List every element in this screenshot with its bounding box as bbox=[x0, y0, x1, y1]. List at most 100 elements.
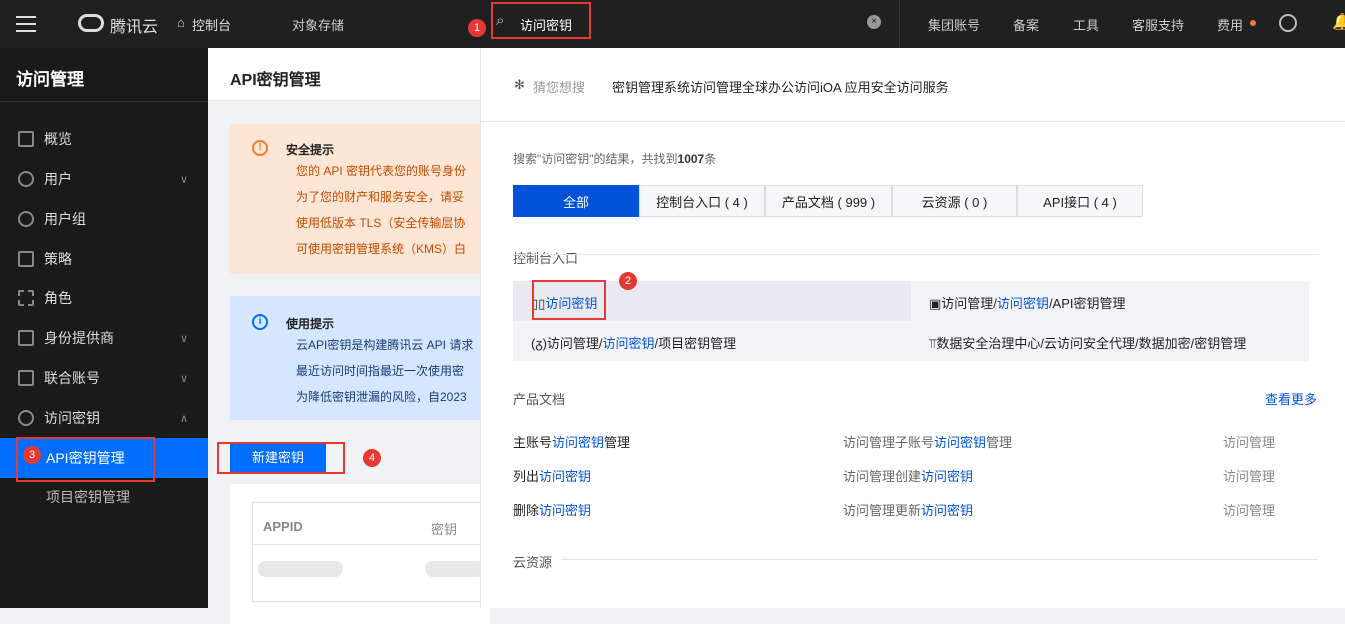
label: 项目密钥管理 bbox=[46, 489, 130, 505]
cloud-logo-icon bbox=[78, 14, 104, 32]
see-more-link[interactable]: 查看更多 bbox=[1265, 389, 1317, 408]
label: 访问密钥 bbox=[44, 410, 100, 426]
annotation-badge: 2 bbox=[619, 272, 637, 290]
doc-item[interactable]: 访问管理更新访问密钥 bbox=[843, 500, 973, 519]
sidebar-title: 访问管理 bbox=[16, 70, 84, 89]
doc-item[interactable]: 列出访问密钥 bbox=[513, 466, 591, 485]
role-icon bbox=[18, 290, 34, 306]
notice-title: 安全提示 bbox=[286, 143, 335, 157]
sidebar-item-groups[interactable]: 用户组 bbox=[0, 199, 208, 239]
sidebar-item-roles[interactable]: 角色 bbox=[0, 278, 208, 318]
notice-line: 可使用密钥管理系统（KMS）白 bbox=[296, 242, 467, 256]
highlight-box bbox=[532, 280, 606, 320]
tab-console[interactable]: 控制台入口 ( 4 ) bbox=[639, 185, 765, 217]
users-icon bbox=[18, 211, 34, 227]
column-appid: APPID bbox=[263, 519, 303, 534]
highlight-box bbox=[491, 2, 591, 39]
doc-item[interactable]: 主账号访问密钥管理 bbox=[513, 432, 630, 451]
notice-line: 云API密钥是构建腾讯云 API 请求 bbox=[296, 338, 474, 352]
user-icon bbox=[18, 171, 34, 187]
doc-item[interactable]: 删除访问密钥 bbox=[513, 500, 591, 519]
column-key: 密钥 bbox=[431, 522, 458, 537]
sidebar-item-idp[interactable]: 身份提供商 ∨ bbox=[0, 318, 208, 358]
label: 身份提供商 bbox=[44, 330, 114, 346]
nav-support[interactable]: 客服支持 bbox=[1132, 15, 1184, 34]
section-docs: 产品文档 bbox=[513, 392, 566, 407]
sidebar-item-overview[interactable]: 概览 bbox=[0, 119, 208, 159]
notice-line: 为了您的财产和服务安全，请妥 bbox=[296, 190, 465, 204]
nav-tools[interactable]: 工具 bbox=[1073, 15, 1099, 34]
key-icon bbox=[18, 410, 34, 426]
label: 联合账号 bbox=[44, 370, 100, 386]
billing-dot bbox=[1250, 20, 1256, 26]
sidebar-item-access-keys[interactable]: 访问密钥 ∧ bbox=[0, 398, 208, 438]
keys-table: APPID 密钥 bbox=[230, 484, 493, 624]
brand[interactable]: 腾讯云 bbox=[110, 13, 158, 37]
sidebar-item-users[interactable]: 用户 ∨ bbox=[0, 159, 208, 199]
notice-line: 为降低密钥泄漏的风险，自2023 bbox=[296, 390, 467, 404]
notice-line: 您的 API 密钥代表您的账号身份 bbox=[296, 164, 467, 178]
console-entry[interactable]: ⫪数据安全治理中心/云访问安全代理/数据加密/密钥管理 bbox=[929, 333, 1246, 352]
nav-filing[interactable]: 备案 bbox=[1013, 15, 1039, 34]
label: 策略 bbox=[44, 251, 72, 267]
label: 用户 bbox=[44, 171, 72, 187]
doc-category: 访问管理 bbox=[1223, 503, 1276, 518]
doc-category: 访问管理 bbox=[1223, 435, 1276, 450]
nav-billing[interactable]: 费用 bbox=[1217, 15, 1243, 34]
nav-group-account[interactable]: 集团账号 bbox=[928, 15, 980, 34]
service-link[interactable]: 对象存储 bbox=[292, 15, 344, 34]
tab-resources[interactable]: 云资源 ( 0 ) bbox=[892, 185, 1017, 217]
policy-icon bbox=[18, 251, 34, 267]
tab-api[interactable]: API接口 ( 4 ) bbox=[1017, 185, 1143, 217]
console-entry[interactable]: (ᵹ)访问管理/访问密钥/项目密钥管理 bbox=[531, 333, 736, 352]
guess-suggestions[interactable]: 密钥管理系统访问管理全球办公访问iOA 应用安全访问服务 bbox=[612, 77, 949, 96]
chevron-down-icon: ∨ bbox=[179, 173, 188, 186]
highlight-box bbox=[217, 442, 345, 474]
result-summary: 搜索"访问密钥"的结果，共找到1007条 bbox=[513, 152, 717, 166]
top-bar: 腾讯云 ⌂ 控制台 对象存储 ⌕ 访问密钥 × 集团账号 备案 工具 客服支持 … bbox=[0, 0, 1345, 48]
sidebar-item-policies[interactable]: 策略 bbox=[0, 239, 208, 279]
annotation-badge: 4 bbox=[363, 449, 381, 467]
page-title: API密钥管理 bbox=[230, 72, 321, 89]
label: 角色 bbox=[44, 290, 72, 306]
info-icon: i bbox=[252, 314, 268, 330]
section-cloud: 云资源 bbox=[513, 555, 553, 570]
sidebar-item-project-keys[interactable]: 项目密钥管理 bbox=[0, 477, 208, 517]
home-icon: ⌂ bbox=[177, 15, 185, 30]
api-icon: ▣ bbox=[929, 296, 942, 311]
notice-line: 最近访问时间指最近一次使用密 bbox=[296, 364, 465, 378]
blurred-key bbox=[425, 561, 485, 577]
label: 用户组 bbox=[44, 211, 86, 227]
console-entry[interactable]: ▣访问管理/访问密钥/API密钥管理 bbox=[929, 293, 1126, 312]
section-console: 控制台入口 bbox=[513, 251, 579, 266]
clear-icon[interactable]: × bbox=[867, 15, 881, 29]
annotation-badge: 3 bbox=[23, 446, 41, 464]
tab-docs[interactable]: 产品文档 ( 999 ) bbox=[765, 185, 892, 217]
chevron-up-icon: ∧ bbox=[179, 412, 188, 425]
label: 概览 bbox=[44, 131, 72, 147]
blurred-appid bbox=[258, 561, 343, 577]
bell-icon[interactable]: 🔔 bbox=[1332, 12, 1345, 32]
idp-icon bbox=[18, 330, 34, 346]
doc-item[interactable]: 访问管理创建访问密钥 bbox=[843, 466, 973, 485]
usage-notice: i 使用提示 云API密钥是构建腾讯云 API 请求 最近访问时间指最近一次使用… bbox=[230, 296, 490, 420]
federated-icon bbox=[18, 370, 34, 386]
tab-all[interactable]: 全部 bbox=[513, 185, 639, 217]
notice-title: 使用提示 bbox=[286, 317, 335, 331]
miniprogram-icon[interactable] bbox=[1279, 14, 1297, 32]
chevron-down-icon: ∨ bbox=[179, 372, 188, 385]
sidebar-item-federated[interactable]: 联合账号 ∨ bbox=[0, 358, 208, 398]
warning-icon: ! bbox=[252, 140, 268, 156]
doc-item[interactable]: 访问管理子账号访问密钥管理 bbox=[843, 432, 1012, 451]
sparkle-icon: ✻ bbox=[514, 77, 525, 92]
notice-line: 使用低版本 TLS（安全传输层协 bbox=[296, 216, 466, 230]
main-content: API密钥管理 ! 安全提示 您的 API 密钥代表您的账号身份 为了您的财产和… bbox=[208, 48, 493, 624]
chevron-down-icon: ∨ bbox=[179, 332, 188, 345]
guess-label: 猜您想搜 bbox=[533, 80, 586, 95]
grid-icon bbox=[18, 131, 34, 147]
doc-category: 访问管理 bbox=[1223, 469, 1276, 484]
search-dropdown: ✻ 猜您想搜 密钥管理系统访问管理全球办公访问iOA 应用安全访问服务 搜索"访… bbox=[480, 48, 1345, 608]
annotation-badge: 1 bbox=[468, 19, 486, 37]
console-link[interactable]: 控制台 bbox=[192, 15, 231, 34]
menu-icon[interactable] bbox=[16, 16, 36, 32]
